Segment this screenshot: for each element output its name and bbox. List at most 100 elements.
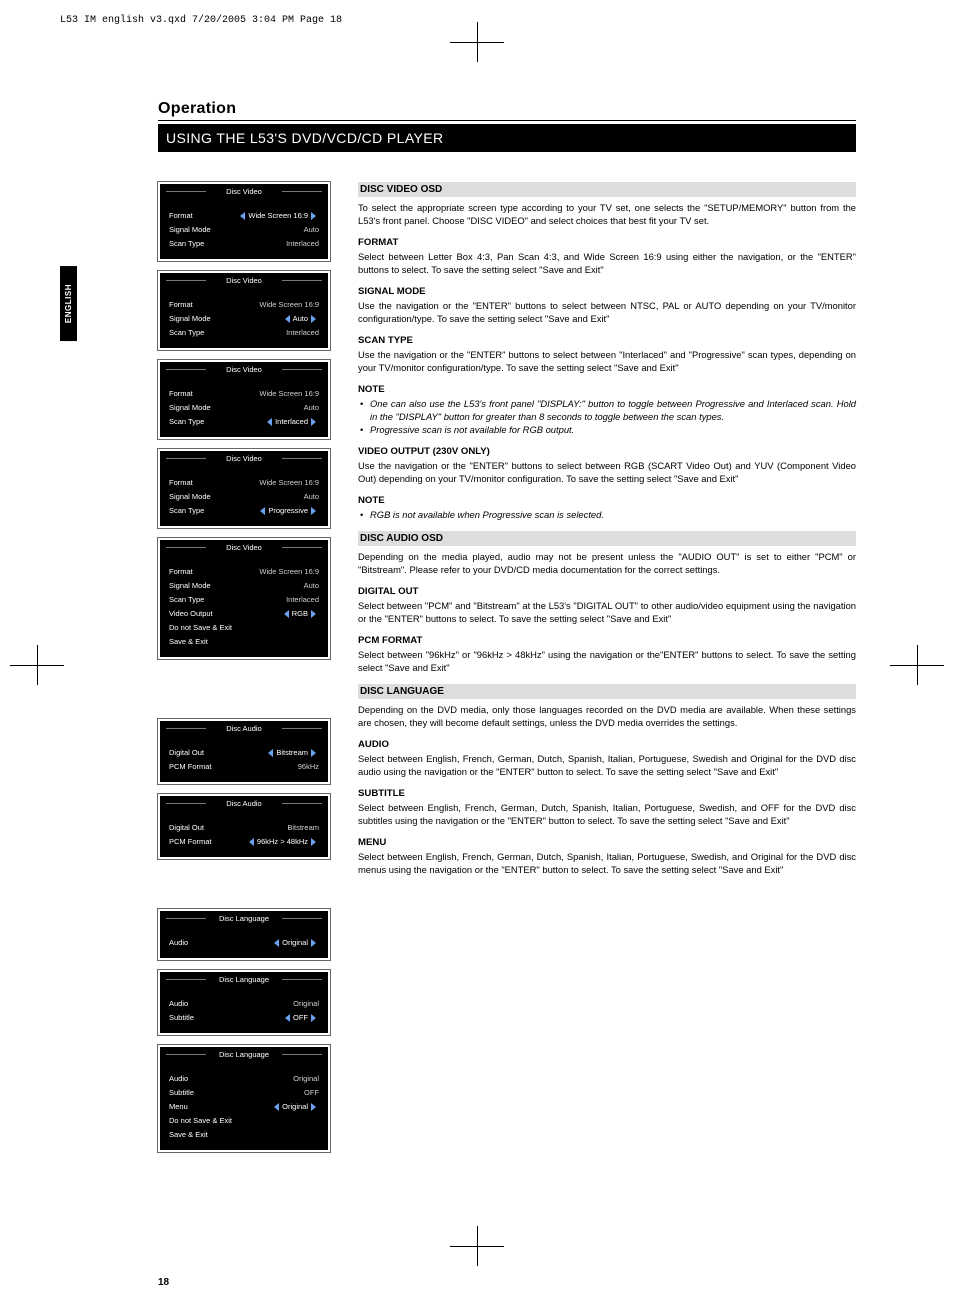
pcm-format-paragraph: Select between "96kHz" or "96kHz > 48kHz… (358, 648, 856, 674)
osd-row: PCM Format96kHz (169, 760, 319, 774)
osd-row: Digital Out Bitstream (169, 746, 319, 760)
osd-row: AudioOriginal (169, 997, 319, 1011)
osd-row-label: Scan Type (169, 504, 204, 518)
right-arrow-icon (311, 507, 316, 515)
osd-row-value: Auto (304, 223, 319, 237)
osd-row-label: Format (169, 476, 193, 490)
right-arrow-icon (311, 212, 316, 220)
audio-paragraph: Select between English, French, German, … (358, 752, 856, 778)
osd-panel: Disc AudioDigital OutBitstreamPCM Format… (158, 794, 330, 859)
osd-body: FormatWide Screen 16:9Signal ModeAutoSca… (160, 377, 328, 437)
osd-row: Scan TypeInterlaced (169, 593, 319, 607)
menu-paragraph: Select between English, French, German, … (358, 850, 856, 876)
osd-row: Digital OutBitstream (169, 821, 319, 835)
left-arrow-icon (285, 1014, 290, 1022)
note-heading-2: NOTE (358, 495, 856, 506)
osd-row-value: Interlaced (286, 237, 319, 251)
osd-row: Signal Mode Auto (169, 579, 319, 593)
osd-row: Scan TypeInterlaced (169, 326, 319, 340)
scan-type-paragraph: Use the navigation or the "ENTER" button… (358, 348, 856, 374)
osd-row: Menu Original (169, 1100, 319, 1114)
menu-heading: MENU (358, 837, 856, 848)
language-tab: ENGLISH (60, 266, 77, 341)
print-slug: L53 IM english v3.qxd 7/20/2005 3:04 PM … (60, 15, 342, 26)
right-arrow-icon (311, 1014, 316, 1022)
osd-panel: Disc Audio Digital Out BitstreamPCM Format… (158, 719, 330, 784)
osd-row: Scan TypeProgressive (169, 504, 319, 518)
video-output-heading: VIDEO OUTPUT (230V ONLY) (358, 446, 856, 457)
osd-row-value: Auto (304, 579, 319, 593)
osd-body: Digital Out BitstreamPCM Format96kHz (160, 736, 328, 782)
osd-row: Save & Exit (169, 635, 319, 649)
osd-title: Disc Audio (160, 796, 328, 811)
page-content: ENGLISH Operation USING THE L53'S DVD/VC… (158, 100, 856, 1206)
osd-title: Disc Video (160, 362, 328, 377)
osd-row: Scan Type Interlaced (169, 237, 319, 251)
osd-row: Format Wide Screen 16:9 (169, 476, 319, 490)
osd-row-value: Auto (304, 401, 319, 415)
left-arrow-icon (267, 418, 272, 426)
osd-title: Disc Video (160, 273, 328, 288)
osd-row-label: Digital Out (169, 746, 204, 760)
osd-row-label: Scan Type (169, 237, 204, 251)
osd-row-label: Signal Mode (169, 579, 211, 593)
osd-row: Video OutputRGB (169, 607, 319, 621)
two-column-layout: Disc Video Format Wide Screen 16:9 Signal M… (158, 182, 856, 1162)
osd-title: Disc Language (160, 911, 328, 926)
subtitle-paragraph: Select between English, French, German, … (358, 801, 856, 827)
right-arrow-icon (311, 939, 316, 947)
osd-row-label: Menu (169, 1100, 188, 1114)
page-title-bar: USING THE L53'S DVD/VCD/CD PLAYER (158, 124, 856, 152)
osd-row-value: Wide Screen 16:9 (237, 209, 319, 223)
subtitle-heading: SUBTITLE (358, 788, 856, 799)
osd-row: Signal ModeAuto (169, 312, 319, 326)
osd-row-value: Original (271, 1100, 319, 1114)
osd-row-label: Subtitle (169, 1011, 194, 1025)
osd-row-value: Interlaced (264, 415, 319, 429)
osd-row-value: Wide Screen 16:9 (259, 476, 319, 490)
osd-panel: Disc VideoFormatWide Screen 16:9Signal M… (158, 182, 330, 261)
osd-body: FormatWide Screen 16:9Signal ModeAutoSca… (160, 199, 328, 259)
osd-row: AudioOriginal (169, 936, 319, 950)
osd-row-value: Interlaced (286, 593, 319, 607)
osd-row-label: Audio (169, 1072, 188, 1086)
osd-row-label: Save & Exit (169, 635, 208, 649)
signal-mode-paragraph: Use the navigation or the "ENTER" button… (358, 299, 856, 325)
right-arrow-icon (311, 418, 316, 426)
right-arrow-icon (311, 749, 316, 757)
osd-row-value: Bitstream (265, 746, 319, 760)
osd-row-label: Format (169, 209, 193, 223)
video-output-paragraph: Use the navigation or the "ENTER" button… (358, 459, 856, 485)
osd-row-value: Original (271, 936, 319, 950)
note-list-1: One can also use the L53's front panel "… (358, 397, 856, 436)
osd-panel: Disc Video Format Wide Screen 16:9Signal M… (158, 360, 330, 439)
osd-row-label: Do not Save & Exit (169, 1114, 232, 1128)
osd-row-value: 96kHz (298, 760, 319, 774)
pcm-format-heading: PCM FORMAT (358, 635, 856, 646)
osd-row-label: Format (169, 387, 193, 401)
disc-language-paragraph: Depending on the DVD media, only those l… (358, 703, 856, 729)
body-text-column: DISC VIDEO OSD To select the appropriate… (358, 182, 856, 1162)
left-arrow-icon (260, 507, 265, 515)
osd-row: Do not Save & Exit (169, 1114, 319, 1128)
osd-row-label: Save & Exit (169, 1128, 208, 1142)
right-arrow-icon (311, 1103, 316, 1111)
osd-row-label: Format (169, 298, 193, 312)
osd-row-label: Subtitle (169, 1086, 194, 1100)
osd-row-label: Audio (169, 997, 188, 1011)
osd-body: FormatWide Screen 16:9Signal ModeAutoSca… (160, 466, 328, 526)
osd-title: Disc Video (160, 451, 328, 466)
disc-video-osd-heading: DISC VIDEO OSD (358, 182, 856, 197)
left-arrow-icon (268, 749, 273, 757)
osd-title: Disc Language (160, 972, 328, 987)
osd-row: Signal ModeAuto (169, 401, 319, 415)
scan-type-heading: SCAN TYPE (358, 335, 856, 346)
osd-row-value: Wide Screen 16:9 (259, 387, 319, 401)
signal-mode-heading: SIGNAL MODE (358, 286, 856, 297)
audio-heading: AUDIO (358, 739, 856, 750)
osd-title: Disc Audio (160, 721, 328, 736)
osd-row: Save & Exit (169, 1128, 319, 1142)
crop-mark-top (450, 22, 504, 62)
osd-row: Format Wide Screen 16:9 (169, 209, 319, 223)
format-paragraph: Select between Letter Box 4:3, Pan Scan … (358, 250, 856, 276)
